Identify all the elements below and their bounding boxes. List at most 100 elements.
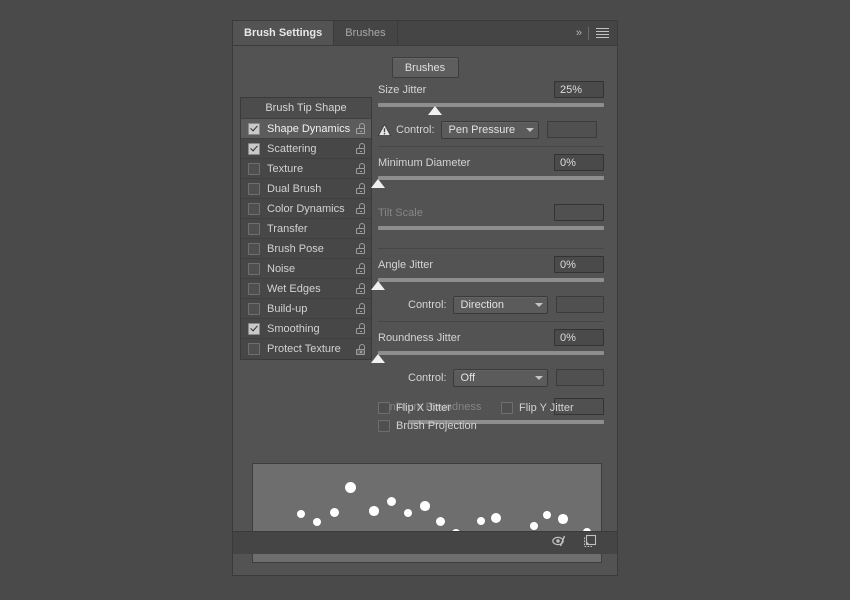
size-jitter-label-row: Size Jitter 25% bbox=[378, 80, 604, 99]
checkbox-scattering[interactable] bbox=[248, 143, 260, 155]
checkbox-brush-pose[interactable] bbox=[248, 243, 260, 255]
lock-icon[interactable] bbox=[356, 344, 365, 355]
list-item-noise[interactable]: Noise bbox=[241, 259, 371, 279]
checkbox-flip-x-jitter[interactable] bbox=[378, 402, 390, 414]
size-jitter-control-select[interactable]: Pen Pressure bbox=[441, 121, 539, 139]
angle-jitter-control-label: Control: bbox=[408, 299, 447, 311]
tab-brushes-label: Brushes bbox=[345, 27, 385, 39]
size-jitter-control-label: Control: bbox=[396, 124, 435, 136]
flip-y-jitter-option[interactable]: Flip Y Jitter bbox=[501, 402, 574, 414]
new-brush-preset-icon[interactable] bbox=[583, 533, 599, 553]
list-item-wet-edges[interactable]: Wet Edges bbox=[241, 279, 371, 299]
checkbox-build-up[interactable] bbox=[248, 303, 260, 315]
list-item-texture[interactable]: Texture bbox=[241, 159, 371, 179]
panel-body: Brushes Brush Tip Shape Shape Dynamics S… bbox=[233, 46, 617, 554]
checkbox-brush-projection[interactable] bbox=[378, 420, 390, 432]
minimum-diameter-slider[interactable] bbox=[378, 176, 604, 189]
flip-y-jitter-label: Flip Y Jitter bbox=[519, 402, 574, 414]
lock-icon[interactable] bbox=[356, 143, 365, 154]
checkbox-smoothing[interactable] bbox=[248, 323, 260, 335]
brush-dab bbox=[313, 518, 321, 526]
lock-icon[interactable] bbox=[356, 203, 365, 214]
roundness-jitter-control-label: Control: bbox=[408, 372, 447, 384]
list-item-shape-dynamics[interactable]: Shape Dynamics bbox=[241, 119, 371, 139]
list-item-color-dynamics[interactable]: Color Dynamics bbox=[241, 199, 371, 219]
lock-icon[interactable] bbox=[356, 303, 365, 314]
shape-dynamics-controls: Size Jitter 25% Control: bbox=[378, 74, 604, 442]
angle-jitter-label-row: Angle Jitter 0% bbox=[378, 255, 604, 274]
lock-icon[interactable] bbox=[356, 223, 365, 234]
list-item-transfer[interactable]: Transfer bbox=[241, 219, 371, 239]
slider-thumb[interactable] bbox=[371, 354, 385, 363]
lock-icon[interactable] bbox=[356, 243, 365, 254]
roundness-jitter-aux-field[interactable] bbox=[556, 369, 604, 386]
slider-thumb[interactable] bbox=[371, 281, 385, 290]
brush-dab bbox=[420, 501, 430, 511]
tilt-scale-label: Tilt Scale bbox=[378, 207, 554, 219]
list-item-label: Scattering bbox=[267, 143, 356, 155]
roundness-jitter-slider[interactable] bbox=[378, 351, 604, 364]
lock-icon[interactable] bbox=[356, 123, 365, 134]
checkbox-flip-y-jitter[interactable] bbox=[501, 402, 513, 414]
list-item-label: Transfer bbox=[267, 223, 356, 235]
brush-dab bbox=[543, 511, 551, 519]
angle-jitter-value[interactable]: 0% bbox=[554, 256, 604, 273]
checkbox-dual-brush[interactable] bbox=[248, 183, 260, 195]
lock-icon[interactable] bbox=[356, 263, 365, 274]
angle-jitter-control-select[interactable]: Direction bbox=[453, 296, 549, 314]
list-item-label: Smoothing bbox=[267, 323, 356, 335]
checkbox-shape-dynamics[interactable] bbox=[248, 123, 260, 135]
brush-dab bbox=[558, 514, 568, 524]
slider-thumb[interactable] bbox=[428, 106, 442, 115]
checkbox-noise[interactable] bbox=[248, 263, 260, 275]
lock-icon[interactable] bbox=[356, 323, 365, 334]
list-item-build-up[interactable]: Build-up bbox=[241, 299, 371, 319]
minimum-diameter-value[interactable]: 0% bbox=[554, 154, 604, 171]
tilt-scale-slider bbox=[378, 226, 604, 239]
warning-triangle-icon bbox=[378, 124, 391, 136]
size-jitter-aux-field[interactable] bbox=[547, 121, 597, 138]
minimum-diameter-label: Minimum Diameter bbox=[378, 157, 554, 169]
brush-projection-row: Brush Projection bbox=[378, 417, 608, 435]
checkbox-texture[interactable] bbox=[248, 163, 260, 175]
brush-projection-label: Brush Projection bbox=[396, 420, 477, 432]
list-item-label: Build-up bbox=[267, 303, 356, 315]
checkbox-transfer[interactable] bbox=[248, 223, 260, 235]
list-item-scattering[interactable]: Scattering bbox=[241, 139, 371, 159]
brush-preview-toggle-icon[interactable] bbox=[551, 534, 569, 553]
slider-thumb[interactable] bbox=[371, 179, 385, 188]
tab-brush-settings[interactable]: Brush Settings bbox=[233, 21, 334, 45]
slider-track bbox=[378, 103, 604, 107]
angle-jitter-slider[interactable] bbox=[378, 278, 604, 291]
select-value: Direction bbox=[461, 299, 527, 311]
lock-icon[interactable] bbox=[356, 163, 365, 174]
size-jitter-slider[interactable] bbox=[378, 103, 604, 116]
chevron-double-right-icon[interactable]: » bbox=[576, 28, 581, 39]
angle-jitter-aux-field[interactable] bbox=[556, 296, 604, 313]
list-item-label: Texture bbox=[267, 163, 356, 175]
checkbox-wet-edges[interactable] bbox=[248, 283, 260, 295]
tab-bar-spacer bbox=[398, 21, 568, 45]
checkbox-protect-texture[interactable] bbox=[248, 343, 260, 355]
flip-x-jitter-label: Flip X Jitter bbox=[396, 402, 451, 414]
roundness-jitter-control-select[interactable]: Off bbox=[453, 369, 549, 387]
lock-icon[interactable] bbox=[356, 283, 365, 294]
list-item-brush-pose[interactable]: Brush Pose bbox=[241, 239, 371, 259]
minimum-diameter-section: Minimum Diameter 0% bbox=[378, 147, 604, 193]
size-jitter-value[interactable]: 25% bbox=[554, 81, 604, 98]
lock-icon[interactable] bbox=[356, 183, 365, 194]
brush-projection-option[interactable]: Brush Projection bbox=[378, 420, 477, 432]
checkbox-color-dynamics[interactable] bbox=[248, 203, 260, 215]
list-item-brush-tip-shape[interactable]: Brush Tip Shape bbox=[241, 98, 371, 119]
slider-track bbox=[378, 176, 604, 180]
list-item-label: Shape Dynamics bbox=[267, 123, 356, 135]
tab-brushes[interactable]: Brushes bbox=[334, 21, 397, 45]
size-jitter-section: Size Jitter 25% Control: bbox=[378, 74, 604, 147]
size-jitter-label: Size Jitter bbox=[378, 84, 554, 96]
list-item-dual-brush[interactable]: Dual Brush bbox=[241, 179, 371, 199]
flip-x-jitter-option[interactable]: Flip X Jitter bbox=[378, 402, 451, 414]
list-item-protect-texture[interactable]: Protect Texture bbox=[241, 339, 371, 359]
hamburger-menu-icon[interactable] bbox=[596, 28, 609, 39]
roundness-jitter-value[interactable]: 0% bbox=[554, 329, 604, 346]
list-item-smoothing[interactable]: Smoothing bbox=[241, 319, 371, 339]
